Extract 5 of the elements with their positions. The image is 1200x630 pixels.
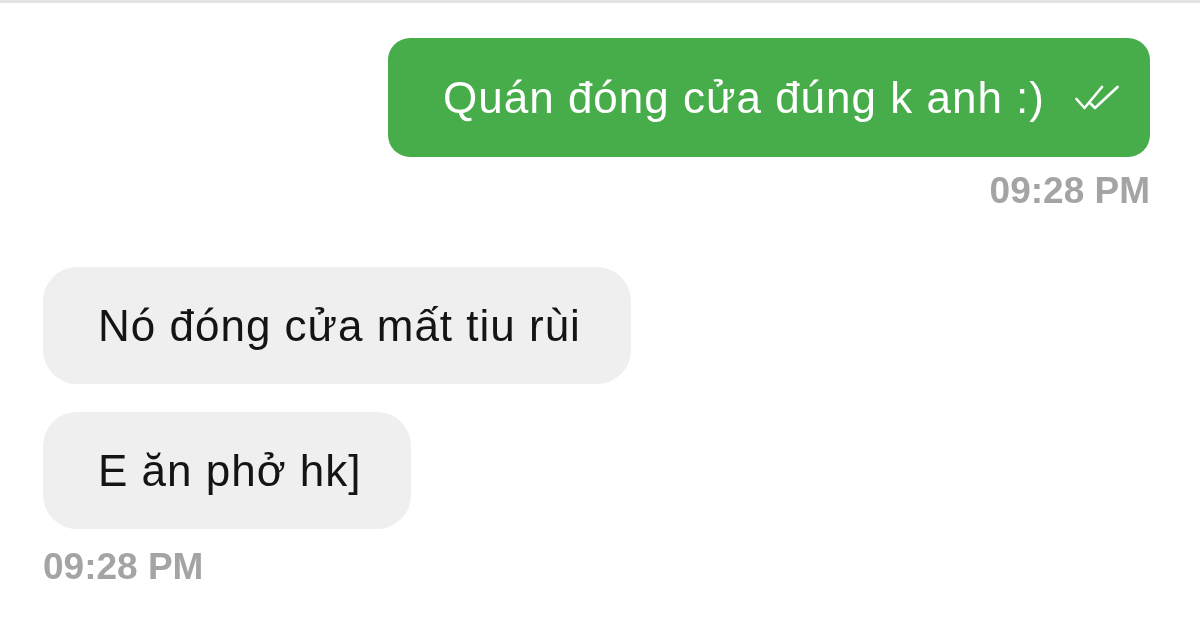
message-time: 09:28 PM: [43, 545, 204, 589]
message-time: 09:28 PM: [989, 169, 1150, 213]
message-text: E ăn phở hk]: [98, 444, 362, 497]
message-text: Nó đóng cửa mất tiu rùi: [98, 299, 581, 352]
message-text: Quán đóng cửa đúng k anh :): [443, 71, 1045, 124]
